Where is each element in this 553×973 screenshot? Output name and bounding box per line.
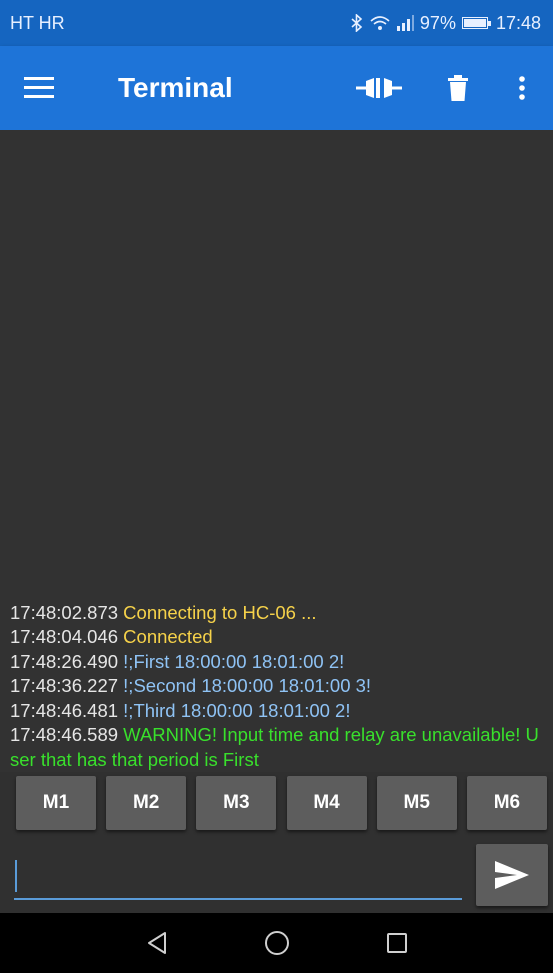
send-icon (495, 861, 529, 889)
macro-button-row: M1 M2 M3 M4 M5 M6 (0, 776, 553, 834)
terminal-line: 17:48:46.589 WARNING! Input time and rel… (10, 723, 545, 772)
send-input[interactable] (14, 852, 462, 900)
line-message: Connecting to HC-06 ... (123, 601, 317, 623)
status-time: 17:48 (495, 12, 541, 33)
bluetooth-icon (351, 14, 363, 32)
terminal-line: 17:48:02.873 Connecting to HC-06 ... (10, 601, 545, 626)
line-timestamp: 17:48:26.490 (10, 650, 119, 672)
more-vert-icon[interactable] (515, 64, 529, 112)
carrier-name: HT HR (10, 12, 65, 33)
terminal-line: 17:48:04.046 Connected (10, 625, 545, 650)
battery-icon (461, 17, 491, 29)
battery-percent: 97% (419, 12, 456, 33)
system-nav-bar (0, 913, 553, 973)
delete-trash-icon[interactable] (443, 64, 473, 112)
line-timestamp: 17:48:04.046 (10, 626, 119, 647)
terminal-line: 17:48:46.481 !;Third 18:00:00 18:01:00 2… (10, 699, 545, 724)
macro-button-m6[interactable]: M6 (466, 776, 547, 830)
send-button[interactable] (476, 844, 548, 906)
recents-icon[interactable] (337, 913, 457, 973)
line-timestamp: 17:48:02.873 (10, 601, 119, 623)
line-message: Connected (123, 626, 213, 647)
line-message: !;Third 18:00:00 18:01:00 2! (123, 699, 351, 721)
text-cursor (15, 860, 17, 892)
macro-button-m1[interactable]: M1 (16, 776, 96, 830)
macro-button-m3[interactable]: M3 (196, 776, 277, 830)
macro-button-m5[interactable]: M5 (376, 776, 457, 830)
line-timestamp: 17:48:36.227 (10, 675, 119, 696)
status-icons: 97% 17:48 (350, 13, 541, 34)
line-message: !;First 18:00:00 18:01:00 2! (123, 650, 345, 672)
terminal-output[interactable]: 17:48:02.873 Connecting to HC-06 ... 17:4… (0, 130, 553, 772)
macro-button-m2[interactable]: M2 (106, 776, 187, 830)
macro-button-m4[interactable]: M4 (286, 776, 367, 830)
send-row (0, 842, 553, 912)
connect-plug-icon[interactable] (353, 64, 405, 112)
status-bar: HT HR 97% 17:48 (0, 0, 553, 46)
back-icon[interactable] (97, 913, 217, 973)
terminal-line: 17:48:26.490 !;First 18:00:00 18:01:00 2… (10, 650, 545, 675)
signal-icon (396, 15, 414, 31)
line-timestamp: 17:48:46.589 (10, 724, 119, 745)
home-icon[interactable] (217, 913, 337, 973)
menu-icon[interactable] (24, 77, 54, 99)
app-bar: Terminal (0, 46, 553, 130)
line-timestamp: 17:48:46.481 (10, 699, 119, 721)
page-title: Terminal (118, 72, 233, 103)
wifi-icon (370, 16, 390, 30)
line-message: !;Second 18:00:00 18:01:00 3! (123, 675, 372, 696)
terminal-line: 17:48:36.227 !;Second 18:00:00 18:01:00 … (10, 674, 545, 699)
